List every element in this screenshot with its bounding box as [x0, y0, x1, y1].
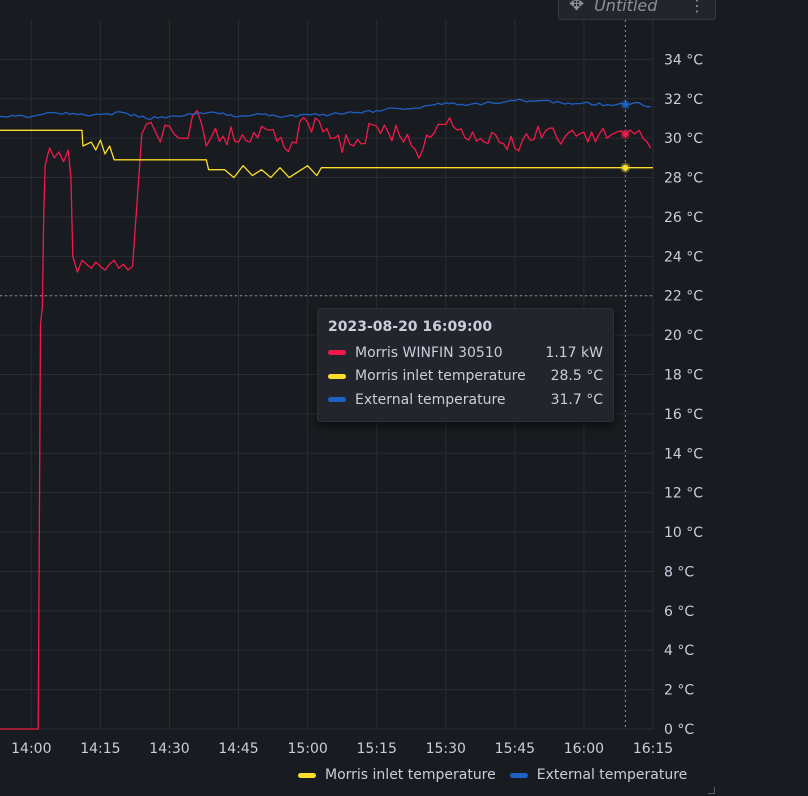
y-tick-label: 6 °C: [664, 604, 694, 620]
tooltip-series-value: 1.17 kW: [545, 344, 603, 361]
y-tick-label: 0 °C: [664, 722, 694, 738]
series-line: [0, 98, 651, 121]
series-swatch: [328, 373, 346, 379]
y-tick-label: 26 °C: [664, 210, 703, 226]
x-tick-label: 14:00: [11, 741, 51, 757]
y-tick-label: 4 °C: [664, 643, 694, 659]
series-swatch: [328, 350, 346, 356]
x-tick-label: 14:30: [149, 741, 189, 757]
x-tick-label: 16:15: [633, 741, 673, 757]
tooltip-series-name: External temperature: [355, 391, 506, 408]
y-tick-label: 22 °C: [664, 289, 703, 305]
hover-point: [622, 164, 629, 171]
x-tick-label: 16:00: [564, 741, 604, 757]
tooltip-row: Morris inlet temperature 28.5 °C: [328, 365, 603, 389]
y-tick-label: 24 °C: [664, 249, 703, 265]
tooltip-row: External temperature 31.7 °C: [328, 388, 603, 412]
y-tick-label: 14 °C: [664, 446, 703, 462]
tooltip-series-name: Morris inlet temperature: [355, 368, 526, 385]
x-tick-label: 15:45: [495, 741, 535, 757]
x-axis: 14:00 14:15 14:30 14:45 15:00 15:15 15:30 15:45…: [11, 741, 673, 757]
legend-swatch: [298, 772, 316, 778]
x-tick-label: 15:30: [426, 741, 466, 757]
y-tick-label: 16 °C: [664, 407, 703, 423]
y-tick-label: 2 °C: [664, 683, 694, 699]
x-tick-label: 14:45: [218, 741, 258, 757]
x-tick-label: 14:15: [80, 741, 120, 757]
y-tick-label: 8 °C: [664, 564, 694, 580]
panel-title[interactable]: Untitled: [594, 0, 679, 15]
y-axis: 0 °C 2 °C 4 °C 6 °C 8 °C 10 °C 12 °C 14 °C 16 °C…: [664, 52, 703, 738]
chart-tooltip: 2023-08-20 16:09:00 Morris WINFIN 30510 …: [317, 308, 614, 422]
legend-item-inlet[interactable]: Morris inlet temperature: [298, 767, 496, 783]
y-tick-label: 12 °C: [664, 486, 703, 502]
tooltip-series-value: 28.5 °C: [550, 368, 603, 385]
resize-handle-icon[interactable]: [708, 787, 715, 794]
tooltip-row: Morris WINFIN 30510 1.17 kW: [328, 341, 603, 365]
series-swatch: [328, 397, 346, 403]
y-tick-label: 18 °C: [664, 368, 703, 384]
y-tick-label: 32 °C: [664, 92, 703, 108]
tooltip-time: 2023-08-20 16:09:00: [328, 319, 493, 335]
y-tick-label: 10 °C: [664, 525, 703, 541]
dashboard-panel: 0 °C 2 °C 4 °C 6 °C 8 °C 10 °C 12 °C 14 °C 16 °C…: [0, 0, 808, 796]
move-icon[interactable]: ✥: [569, 0, 584, 14]
legend-label[interactable]: Morris inlet temperature: [325, 767, 496, 783]
panel-header[interactable]: ✥ Untitled ⋮: [558, 0, 716, 20]
tooltip-series-value: 31.7 °C: [550, 391, 603, 408]
tooltip-series-name: Morris WINFIN 30510: [355, 344, 503, 361]
more-vertical-icon[interactable]: ⋮: [689, 0, 715, 15]
series-line: [0, 129, 653, 179]
hover-point: [622, 131, 629, 138]
y-tick-label: 30 °C: [664, 131, 703, 147]
y-tick-label: 34 °C: [664, 52, 703, 68]
chart-legend: Morris inlet temperature External temper…: [298, 764, 687, 786]
x-tick-label: 15:15: [357, 741, 397, 757]
x-tick-label: 15:00: [287, 741, 327, 757]
legend-label[interactable]: External temperature: [537, 767, 688, 783]
y-tick-label: 20 °C: [664, 328, 703, 344]
legend-item-external[interactable]: External temperature: [509, 767, 688, 783]
legend-swatch: [509, 772, 528, 778]
y-tick-label: 28 °C: [664, 171, 703, 187]
hover-point: [622, 101, 629, 108]
